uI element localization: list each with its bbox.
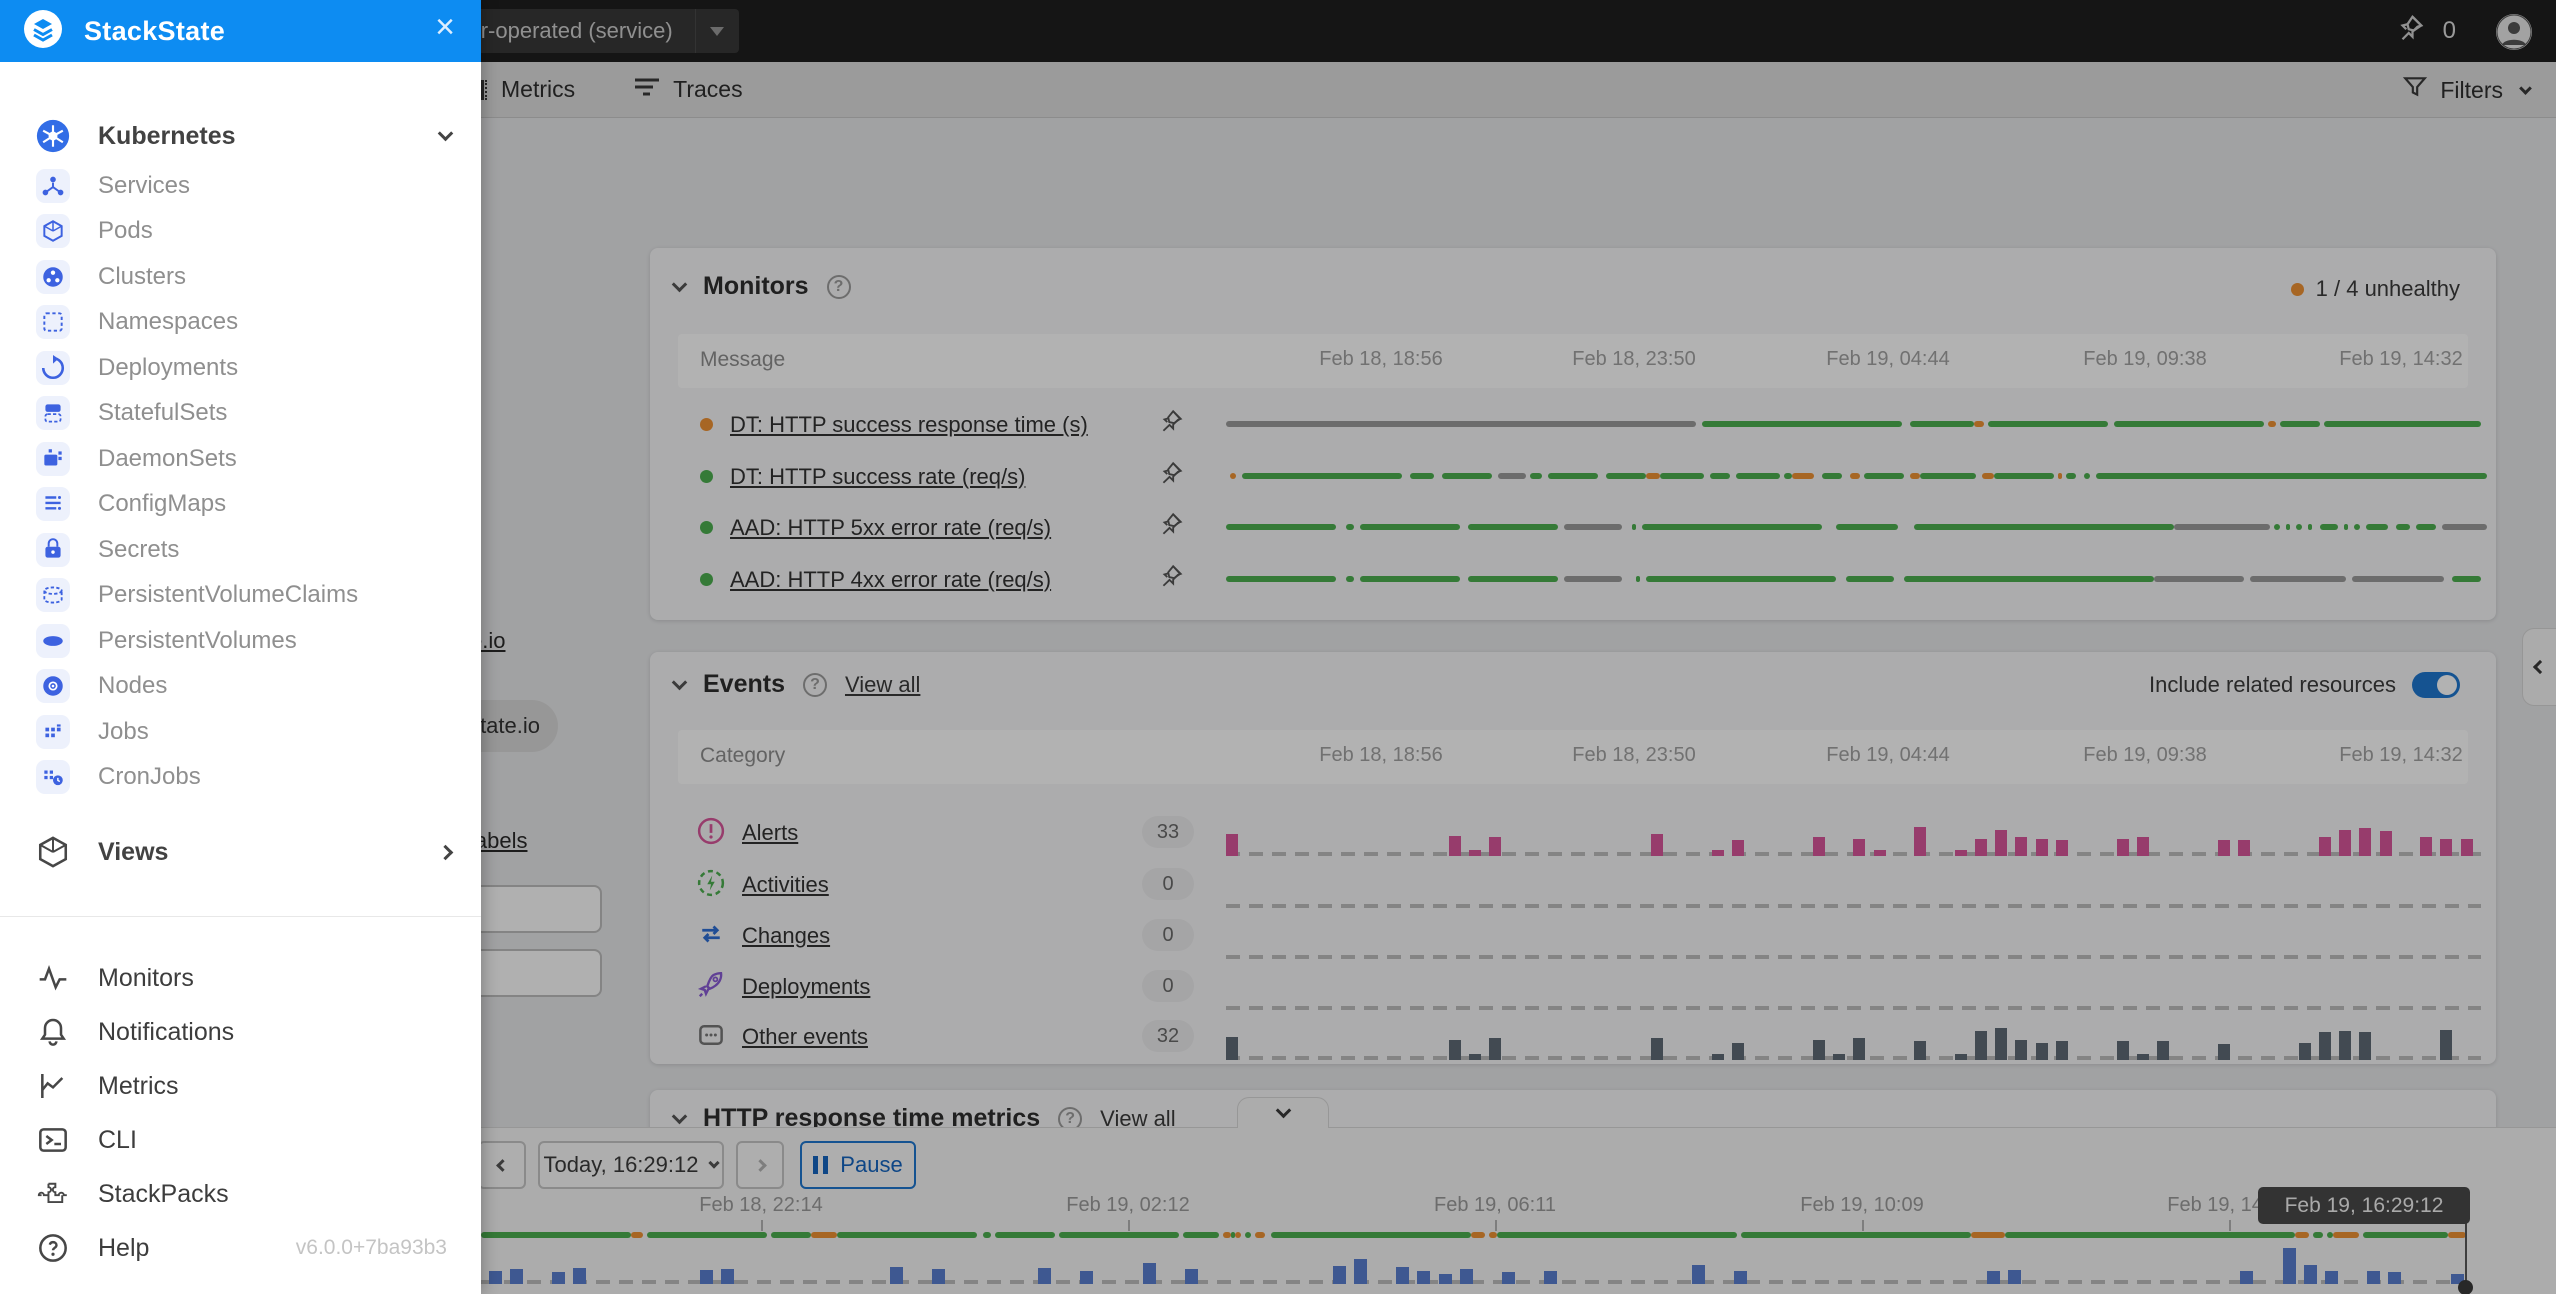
sidebar-item-label: Jobs: [98, 718, 149, 746]
stackstate-app: ager-operated (service) 0 Metrics Traces…: [0, 0, 2556, 1294]
pv-icon: [36, 624, 70, 658]
cli-icon: [36, 1123, 70, 1157]
monitors-icon: [36, 961, 70, 995]
sidebar-item-cli[interactable]: CLI: [0, 1114, 481, 1166]
sidebar-item-statefulsets[interactable]: StatefulSets: [0, 391, 481, 436]
views-icon: [36, 835, 70, 869]
sidebar-item-secrets[interactable]: Secrets: [0, 527, 481, 572]
sidebar-item-label: StackPacks: [98, 1180, 229, 1209]
sidebar-item-daemonsets[interactable]: DaemonSets: [0, 436, 481, 481]
sidebar-item-label: Views: [98, 838, 168, 867]
navigation-drawer: StackState × Kubernetes Services Pods Clus…: [0, 0, 481, 1294]
daemonsets-icon: [36, 442, 70, 476]
sidebar-item-label: Pods: [98, 217, 153, 245]
sidebar-item-notifications[interactable]: Notifications: [0, 1006, 481, 1058]
sidebar-item-nodes[interactable]: Nodes: [0, 664, 481, 709]
sidebar-item-label: Services: [98, 172, 190, 200]
namespaces-icon: [36, 305, 70, 339]
clusters-icon: [36, 260, 70, 294]
sidebar-item-label: Monitors: [98, 964, 194, 993]
services-icon: [36, 169, 70, 203]
close-drawer-icon[interactable]: ×: [435, 10, 455, 44]
help-icon: [36, 1231, 70, 1265]
sidebar-item-clusters[interactable]: Clusters: [0, 254, 481, 299]
notifications-icon: [36, 1015, 70, 1049]
sidebar-item-label: CronJobs: [98, 763, 201, 791]
stackpacks-icon: [36, 1177, 70, 1211]
app-version: v6.0.0+7ba93b3: [296, 1236, 447, 1260]
chevron-down-icon: [438, 125, 454, 141]
sidebar-item-label: Deployments: [98, 354, 238, 382]
pvc-icon: [36, 578, 70, 612]
drawer-header: StackState ×: [0, 0, 481, 62]
configmaps-icon: [36, 487, 70, 521]
sidebar-item-configmaps[interactable]: ConfigMaps: [0, 482, 481, 527]
sidebar-item-label: Notifications: [98, 1018, 234, 1047]
sidebar-item-persistentvolumeclaims[interactable]: PersistentVolumeClaims: [0, 573, 481, 618]
deployments-res-icon: [36, 351, 70, 385]
sidebar-item-services[interactable]: Services: [0, 163, 481, 208]
sidebar-item-jobs[interactable]: Jobs: [0, 709, 481, 754]
sidebar-item-label: Namespaces: [98, 308, 238, 336]
jobs-icon: [36, 715, 70, 749]
sidebar-item-label: Secrets: [98, 536, 179, 564]
sidebar-item-label: PersistentVolumes: [98, 627, 297, 655]
nodes-icon: [36, 669, 70, 703]
sidebar-item-deployments[interactable]: Deployments: [0, 345, 481, 390]
sidebar-item-label: ConfigMaps: [98, 490, 226, 518]
secrets-icon: [36, 533, 70, 567]
sidebar-item-label: Nodes: [98, 672, 167, 700]
drawer-title: StackState: [84, 16, 225, 47]
sidebar-item-metrics[interactable]: Metrics: [0, 1060, 481, 1112]
cronjobs-icon: [36, 760, 70, 794]
statefulsets-icon: [36, 396, 70, 430]
sidebar-item-cronjobs[interactable]: CronJobs: [0, 755, 481, 800]
sidebar-item-label: DaemonSets: [98, 445, 237, 473]
sidebar-item-label: Clusters: [98, 263, 186, 291]
sidebar-item-label: Help: [98, 1234, 149, 1263]
sidebar-item-label: StatefulSets: [98, 399, 227, 427]
sidebar-item-persistentvolumes[interactable]: PersistentVolumes: [0, 618, 481, 663]
sidebar-item-label: Kubernetes: [98, 122, 236, 151]
pods-icon: [36, 214, 70, 248]
sidebar-item-label: Metrics: [98, 1072, 179, 1101]
sidebar-item-pods[interactable]: Pods: [0, 209, 481, 254]
sidebar-item-label: CLI: [98, 1126, 137, 1155]
sidebar-item-views[interactable]: Views: [0, 826, 481, 878]
sidebar-item-label: PersistentVolumeClaims: [98, 581, 358, 609]
sidebar-item-namespaces[interactable]: Namespaces: [0, 300, 481, 345]
divider: [0, 916, 481, 917]
sidebar-item-monitors[interactable]: Monitors: [0, 952, 481, 1004]
sidebar-item-kubernetes[interactable]: Kubernetes: [0, 110, 481, 162]
metrics-icon: [36, 1069, 70, 1103]
chevron-right-icon: [438, 844, 454, 860]
stackstate-logo-icon: [22, 8, 64, 55]
sidebar-item-stackpacks[interactable]: StackPacks: [0, 1168, 481, 1220]
kubernetes-icon: [36, 119, 70, 153]
